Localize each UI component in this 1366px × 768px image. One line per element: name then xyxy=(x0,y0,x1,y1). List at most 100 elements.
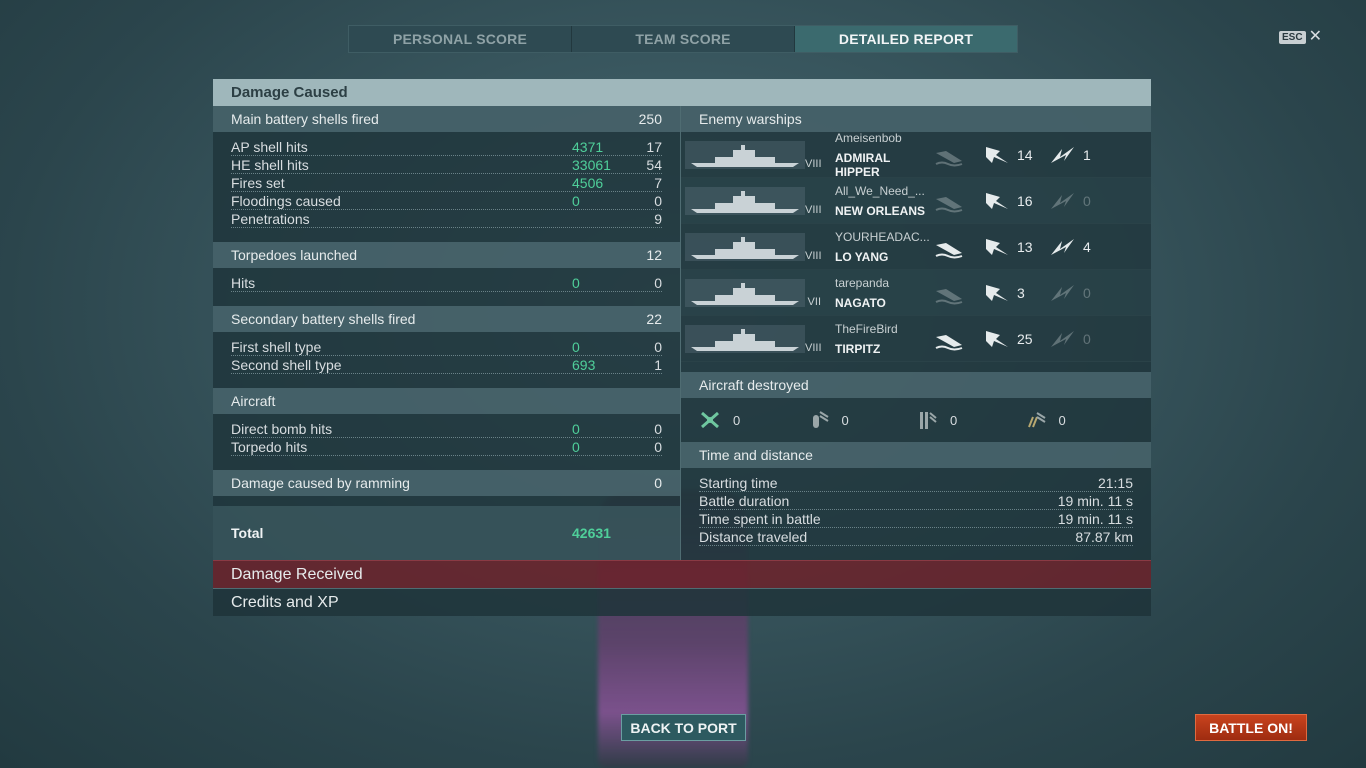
critical-hit-icon xyxy=(1051,284,1074,301)
ramming-count: 0 xyxy=(654,475,662,491)
player-name: Ameisenbob xyxy=(835,130,902,145)
tab-personal-score[interactable]: PERSONAL SCORE xyxy=(349,26,572,52)
tab-detailed-report[interactable]: DETAILED REPORT xyxy=(795,26,1017,52)
ship-names: All_We_Need_... NEW ORLEANS xyxy=(835,184,933,218)
fighter-icon xyxy=(701,411,719,429)
total-row: Total 42631 xyxy=(213,506,680,560)
main-battery-header: Main battery shells fired 250 xyxy=(213,106,680,132)
aircraft-destroyed-row: 0 0 0 0 xyxy=(681,398,1151,442)
back-to-port-button[interactable]: BACK TO PORT xyxy=(621,714,746,741)
report-panel: Damage Caused Main battery shells fired … xyxy=(213,79,1151,616)
stat-row: Floodings caused 0 0 xyxy=(231,192,662,210)
torpedoes-label: Torpedoes launched xyxy=(231,247,358,263)
stat-row: First shell type 0 0 xyxy=(231,338,662,356)
ship-tier: VII xyxy=(807,295,821,308)
ship-silhouette-icon xyxy=(685,278,805,307)
enemy-list: VIII Ameisenbob ADMIRAL HIPPER 14 1 VIII All_W… xyxy=(681,131,1151,362)
stat-label: Torpedo hits xyxy=(231,438,308,455)
damage-caused-header[interactable]: Damage Caused xyxy=(213,79,1151,106)
shell-hit-icon xyxy=(986,146,1008,163)
crits-status xyxy=(1047,234,1079,260)
enemy-row: VIII TheFireBird TIRPITZ 25 0 xyxy=(681,316,1151,362)
aircraft-label: Aircraft xyxy=(231,393,276,409)
close-button[interactable]: ESC ✕ xyxy=(1279,29,1322,45)
ship-destroyed-icon xyxy=(935,150,963,166)
critical-hit-icon xyxy=(1051,330,1074,347)
crits-status xyxy=(1047,326,1079,352)
ship-silhouette-icon xyxy=(685,140,805,169)
time-label: Battle duration xyxy=(699,492,790,509)
ship-name: NAGATO xyxy=(835,295,886,310)
ship-destroyed-icon xyxy=(935,288,963,304)
aircraft-header: Aircraft xyxy=(213,388,680,414)
stat-label: First shell type xyxy=(231,338,322,355)
hits-status xyxy=(981,280,1013,306)
player-name: All_We_Need_... xyxy=(835,183,925,198)
critical-hit-icon xyxy=(1051,192,1074,209)
time-label: Time spent in battle xyxy=(699,510,821,527)
damage-received-section[interactable]: Damage Received xyxy=(213,560,1151,588)
secondary-header: Secondary battery shells fired 22 xyxy=(213,306,680,332)
aircraft-torpedo-bomber: 0 xyxy=(916,409,1025,431)
time-label: Starting time xyxy=(699,474,778,491)
stat-count: 7 xyxy=(654,174,662,191)
time-distance-label: Time and distance xyxy=(699,447,813,463)
destroyed-status xyxy=(933,142,965,168)
crits-value: 0 xyxy=(1083,192,1091,209)
aircraft-dive-bomber: 0 xyxy=(1025,409,1134,431)
stat-label: Direct bomb hits xyxy=(231,420,333,437)
tab-team-score[interactable]: TEAM SCORE xyxy=(572,26,795,52)
ship-destroyed-icon xyxy=(935,196,963,212)
torpedoes-header: Torpedoes launched 12 xyxy=(213,242,680,268)
stat-count: 0 xyxy=(654,420,662,437)
shell-hit-icon xyxy=(986,330,1008,347)
time-distance-rows: Starting time 21:15 Battle duration 19 min… xyxy=(681,468,1151,550)
aircraft-fighter: 0 xyxy=(699,409,808,431)
stat-count: 0 xyxy=(654,438,662,455)
hits-value: 25 xyxy=(1017,330,1033,347)
crits-value: 0 xyxy=(1083,284,1091,301)
aircraft-value: 0 xyxy=(1058,412,1066,428)
destroyed-status xyxy=(933,234,965,260)
ship-destroyed-icon xyxy=(935,242,963,258)
stat-count: 54 xyxy=(646,156,662,173)
aircraft-destroyed-label: Aircraft destroyed xyxy=(699,377,809,393)
torpedoes-rows: Hits 0 0 xyxy=(213,268,680,296)
time-value: 19 min. 11 s xyxy=(1057,510,1133,527)
total-damage: 42631 xyxy=(572,525,611,541)
ship-names: Ameisenbob ADMIRAL HIPPER xyxy=(835,131,933,179)
stat-damage: 0 xyxy=(572,438,580,455)
time-value: 87.87 km xyxy=(1075,528,1133,545)
time-value: 21:15 xyxy=(1097,474,1133,491)
credits-xp-section[interactable]: Credits and XP xyxy=(213,588,1151,616)
crits-value: 4 xyxy=(1083,238,1091,255)
hits-value: 14 xyxy=(1017,146,1033,163)
stat-label: Second shell type xyxy=(231,356,342,373)
aircraft-rows: Direct bomb hits 0 0 Torpedo hits 0 0 xyxy=(213,414,680,460)
destroyed-status xyxy=(933,326,965,352)
enemy-row: VIII All_We_Need_... NEW ORLEANS 16 0 xyxy=(681,178,1151,224)
ship-name: TIRPITZ xyxy=(835,341,881,356)
stat-damage: 33061 xyxy=(572,156,611,173)
stat-damage: 693 xyxy=(572,356,596,373)
ship-tier: VIII xyxy=(805,157,822,170)
bomber-icon xyxy=(812,411,829,428)
aircraft-bomber: 0 xyxy=(808,409,917,431)
aircraft-value: 0 xyxy=(733,412,741,428)
stat-count: 0 xyxy=(654,338,662,355)
ship-image xyxy=(685,232,805,261)
ship-tier: VIII xyxy=(805,341,822,354)
enemy-row: VIII YOURHEADAC... LO YANG 13 4 xyxy=(681,224,1151,270)
aircraft-value: 0 xyxy=(950,412,958,428)
main-battery-count: 250 xyxy=(638,111,662,127)
stat-damage: 0 xyxy=(572,274,580,291)
hits-status xyxy=(981,188,1013,214)
esc-key-badge: ESC xyxy=(1279,30,1306,44)
torpedo-bomber-icon xyxy=(920,412,937,429)
ship-tier: VIII xyxy=(805,203,822,216)
ship-names: tarepanda NAGATO xyxy=(835,276,933,310)
stat-row: AP shell hits 4371 17 xyxy=(231,138,662,156)
ship-name: LO YANG xyxy=(835,249,889,264)
battle-on-button[interactable]: BATTLE ON! xyxy=(1195,714,1307,741)
ship-names: TheFireBird TIRPITZ xyxy=(835,322,933,356)
